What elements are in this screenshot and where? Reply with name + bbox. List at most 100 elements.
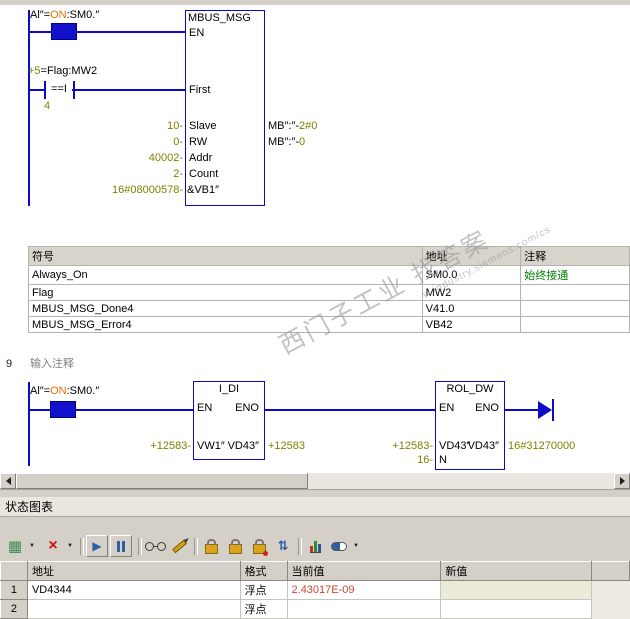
symtab-symbol: Flag	[28, 284, 423, 301]
delete-dropdown[interactable]: ▼	[64, 535, 76, 557]
rol-n-value: 16-	[417, 454, 433, 466]
symtab-header-symbol: 符号	[28, 246, 423, 266]
delete-button[interactable]: ×	[42, 535, 64, 557]
idi-in-value: +12583-	[150, 440, 191, 452]
symtab-address: MW2	[421, 284, 522, 301]
symtab-comment	[520, 316, 630, 333]
idi-out-operand: VD43″	[227, 440, 259, 452]
cell-filler	[591, 599, 630, 619]
cell-format[interactable]: 浮点	[239, 580, 288, 600]
status-header-row: 地址 格式 当前值 新值	[0, 561, 630, 581]
contact-label-address: :SM0.″	[66, 385, 100, 397]
network-number: 9	[6, 358, 13, 370]
cell-address[interactable]: VD4344	[26, 580, 241, 600]
symtab-comment: 始终接通	[520, 265, 630, 285]
symtab-symbol: Always_On	[28, 265, 423, 285]
delete-icon: ×	[48, 537, 58, 554]
col-header-address[interactable]: 地址	[26, 561, 241, 581]
pin-slave: Slave	[189, 120, 217, 132]
cell-filler	[591, 580, 630, 600]
pause-icon	[117, 540, 125, 552]
read-all-button[interactable]	[144, 535, 166, 557]
chevron-down-icon: ▼	[29, 543, 35, 549]
read-force-button[interactable]: ⇅	[272, 535, 294, 557]
h-scrollbar-thumb[interactable]	[16, 473, 308, 489]
compare-contact[interactable]: ==I	[46, 83, 72, 96]
row-header[interactable]: 2	[0, 599, 28, 619]
contact-label: Al″=ON:SM0.″	[30, 385, 99, 398]
cell-new-value[interactable]	[440, 599, 593, 619]
corner-cell	[0, 561, 28, 581]
toggle-view-button[interactable]	[328, 535, 350, 557]
symtab-comment	[520, 300, 630, 317]
new-chart-button[interactable]: ▦	[4, 535, 26, 557]
pin-rw: RW	[189, 136, 208, 148]
compare-operand-label: +5=Flag:MW2	[28, 65, 97, 78]
new-chart-dropdown[interactable]: ▼	[26, 535, 38, 557]
rol-out-value: 16#31270000	[508, 440, 576, 452]
microwin-window: Al″=ON:SM0.″ +5=Flag:MW2 ==I 4 MBUS_MSG …	[0, 0, 630, 619]
symtab-address: VB42	[421, 316, 522, 333]
cell-current-value	[286, 599, 442, 619]
pin-count: Count	[189, 168, 219, 180]
block-title-rol: ROL_DW	[446, 383, 494, 395]
unlock-all-icon	[252, 539, 268, 556]
pin-first: First	[189, 84, 211, 96]
row-header[interactable]: 1	[0, 580, 28, 600]
unforce-all-button[interactable]	[248, 535, 270, 557]
chart-status-start-button[interactable]: ▶	[86, 535, 108, 557]
unlock-icon	[228, 539, 242, 554]
force-button[interactable]	[200, 535, 222, 557]
status-row: 2 浮点	[0, 599, 630, 619]
contact-on-state: ON	[50, 385, 67, 397]
toggle-pill-icon	[331, 541, 347, 551]
value-slave: 10-	[167, 120, 183, 132]
col-header-new-value[interactable]: 新值	[440, 561, 593, 581]
unforce-button[interactable]	[224, 535, 246, 557]
trend-view-button[interactable]	[304, 535, 326, 557]
scroll-right-button[interactable]	[614, 473, 630, 489]
pane-splitter[interactable]	[0, 489, 630, 497]
status-row: 1 VD4344 浮点 2.43017E-09	[0, 580, 630, 600]
col-header-current-value[interactable]: 当前值	[286, 561, 442, 581]
arrow-right-icon	[619, 477, 625, 485]
symtab-address: V41.0	[421, 300, 522, 317]
contact-selected[interactable]	[50, 401, 76, 418]
status-pane-header[interactable]: 状态图表	[0, 497, 630, 517]
play-icon: ▶	[92, 539, 102, 553]
symtab-header-comment: 注释	[520, 246, 630, 266]
contact-label-symbol: Al″=	[30, 385, 51, 397]
value-data: 16#08000578-	[112, 184, 183, 196]
scroll-left-button[interactable]	[0, 473, 16, 489]
wire	[265, 409, 435, 411]
cell-current-value: 2.43017E-09	[286, 580, 442, 600]
cell-format[interactable]: 浮点	[239, 599, 288, 619]
compare-contact-bar	[73, 81, 75, 99]
jump-arrow-icon[interactable]	[538, 401, 552, 419]
power-rail	[28, 10, 30, 206]
output-done-operand: MB″:″-	[268, 120, 300, 132]
pin-eno: ENO	[235, 402, 259, 414]
network-comment[interactable]: 输入注释	[30, 358, 74, 371]
top-clipped-toolbar	[0, 0, 630, 5]
new-chart-icon: ▦	[7, 538, 23, 555]
value-rw: 0-	[173, 136, 183, 148]
symtab-header-address: 地址	[421, 246, 522, 266]
cell-address[interactable]	[26, 599, 241, 619]
pin-eno: ENO	[475, 402, 499, 414]
output-error: MB″:″-0	[268, 136, 305, 149]
symtab-address: SM0.0	[421, 265, 522, 285]
cell-new-value[interactable]	[440, 580, 593, 600]
rol-in-value: +12583-	[392, 440, 433, 452]
pencil-icon	[171, 539, 187, 553]
col-header-format[interactable]: 格式	[239, 561, 288, 581]
contact-selected[interactable]	[51, 23, 77, 40]
chart-status-pause-button[interactable]	[110, 535, 132, 557]
status-pane-title: 状态图表	[5, 500, 54, 514]
contact-label-address: :SM0.″	[66, 9, 100, 21]
col-header-filler	[591, 561, 630, 581]
symtab-row: MBUS_MSG_Error4 VB42	[28, 316, 630, 333]
pin-n: N	[439, 454, 447, 466]
toggle-view-dropdown[interactable]: ▼	[350, 535, 362, 557]
write-all-button[interactable]	[168, 535, 190, 557]
